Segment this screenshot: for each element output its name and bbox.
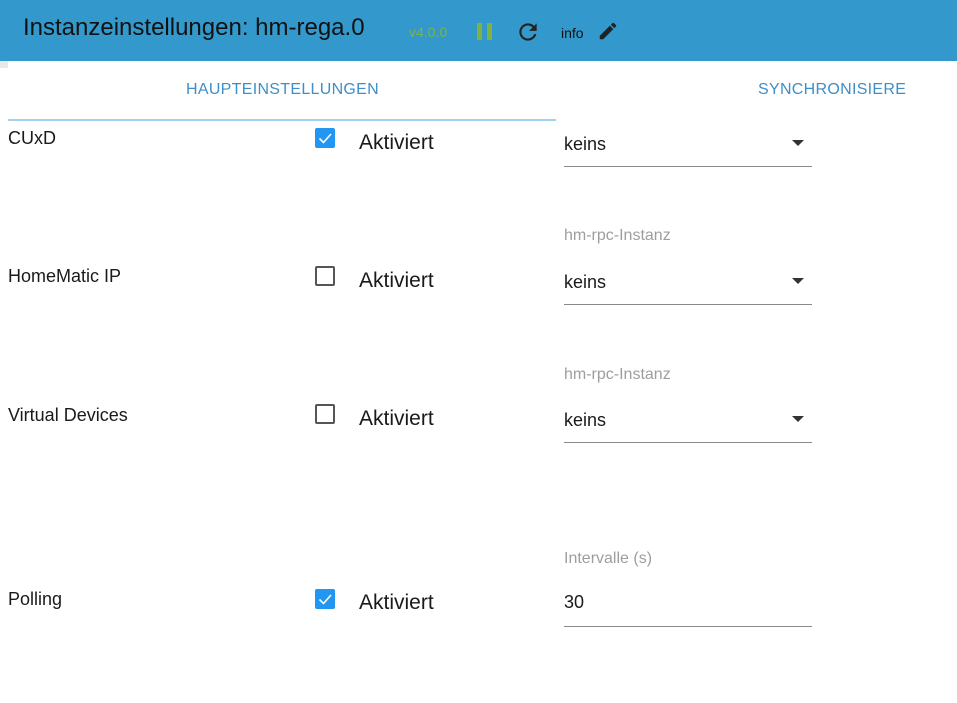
polling-field-label: Intervalle (s) — [564, 550, 653, 567]
dropdown-arrow-icon — [792, 140, 804, 146]
virtual-devices-field-label: hm-rpc-Instanz — [564, 366, 671, 383]
polling-checkbox[interactable] — [315, 589, 335, 609]
cuxd-select-value: keins — [564, 134, 607, 154]
virtual-devices-instance-select[interactable]: keins — [564, 404, 812, 443]
check-icon — [318, 594, 332, 605]
homematic-ip-checkbox-label: Aktiviert — [359, 269, 434, 292]
homematic-ip-checkbox[interactable] — [315, 266, 335, 286]
cuxd-checkbox-label: Aktiviert — [359, 131, 434, 154]
row-label-cuxd: CUxD — [8, 128, 56, 148]
virtual-devices-checkbox-label: Aktiviert — [359, 407, 434, 430]
cuxd-instance-select[interactable]: keins — [564, 128, 812, 167]
app-header: Instanzeinstellungen: hm-rega.0 v4.0.0 i… — [0, 0, 957, 61]
reload-icon[interactable] — [515, 19, 541, 50]
homematic-ip-field-label: hm-rpc-Instanz — [564, 227, 671, 244]
tab-active-indicator — [8, 119, 556, 121]
polling-interval-input[interactable]: 30 — [564, 586, 812, 627]
info-link[interactable]: info — [561, 25, 584, 41]
virtual-devices-select-value: keins — [564, 410, 607, 430]
tab-haupteinstellungen[interactable]: HAUPTEINSTELLUNGEN — [186, 81, 379, 99]
version-label: v4.0.0 — [409, 24, 448, 40]
virtual-devices-checkbox[interactable] — [315, 404, 335, 424]
dropdown-arrow-icon — [792, 416, 804, 422]
homematic-ip-select-value: keins — [564, 272, 607, 292]
row-label-virtual-devices: Virtual Devices — [8, 405, 128, 425]
tab-synchronisiere[interactable]: SYNCHRONISIERE — [758, 81, 906, 99]
homematic-ip-instance-select[interactable]: keins — [564, 266, 812, 305]
cuxd-checkbox[interactable] — [315, 128, 335, 148]
check-icon — [318, 133, 332, 144]
polling-checkbox-label: Aktiviert — [359, 591, 434, 614]
polling-interval-value: 30 — [564, 592, 585, 612]
pause-icon[interactable] — [476, 22, 494, 47]
page-title: Instanzeinstellungen: hm-rega.0 — [23, 14, 365, 41]
dropdown-arrow-icon — [792, 278, 804, 284]
edit-icon[interactable] — [597, 20, 619, 47]
row-label-polling: Polling — [8, 589, 63, 609]
tab-bar: HAUPTEINSTELLUNGEN SYNCHRONISIERE — [0, 61, 957, 121]
row-label-homematic-ip: HomeMatic IP — [8, 266, 122, 286]
